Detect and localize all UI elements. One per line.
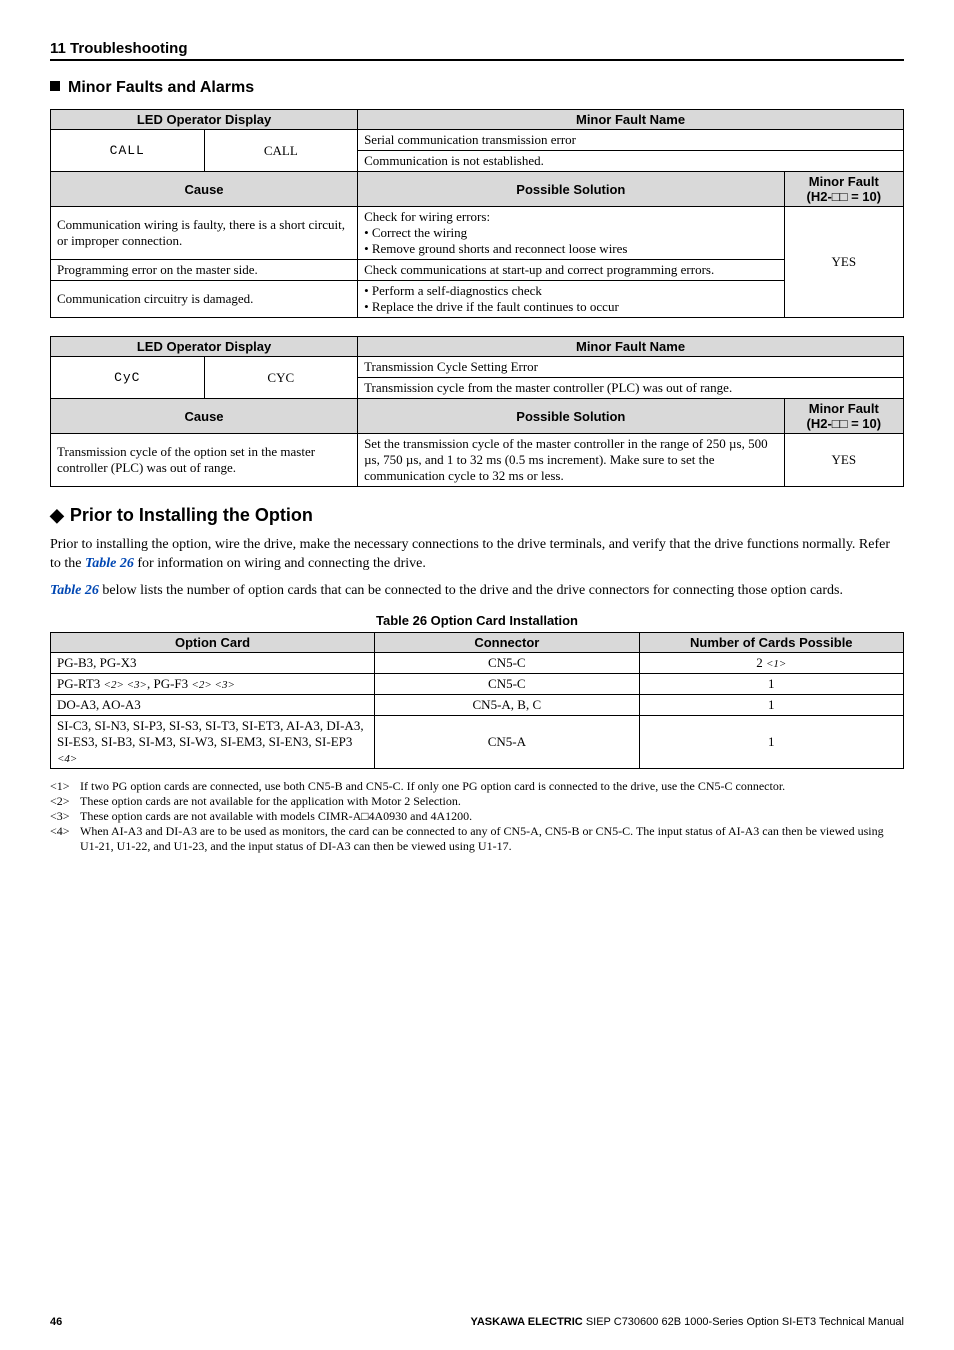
footnote-row: <1> If two PG option cards are connected… — [50, 779, 904, 794]
col-num-cards: Number of Cards Possible — [639, 632, 903, 652]
footnote-tag: <1> — [50, 779, 80, 794]
footnote-tag: <4> — [50, 824, 80, 854]
page-number: 46 — [50, 1316, 62, 1328]
table-26-link-2[interactable]: Table 26 — [50, 583, 99, 598]
cell-option: SI-C3, SI-N3, SI-P3, SI-S3, SI-T3, SI-ET… — [51, 715, 375, 768]
cause-3: Communication circuitry is damaged. — [51, 281, 358, 318]
minor-fault-yes: YES — [784, 434, 903, 487]
prior-install-label: Prior to Installing the Option — [70, 505, 313, 525]
section-header: 11 Troubleshooting — [50, 40, 904, 61]
cause-1: Transmission cycle of the option set in … — [51, 434, 358, 487]
cell-count: 1 — [639, 715, 903, 768]
footnote-row: <3> These option cards are not available… — [50, 809, 904, 824]
cell-option: PG-RT3 <2> <3>, PG-F3 <2> <3> — [51, 673, 375, 694]
footnote-tag: <2> — [50, 794, 80, 809]
cell-connector: CN5-A, B, C — [375, 694, 639, 715]
table-row: PG-B3, PG-X3 CN5-C 2 <1> — [51, 652, 904, 673]
square-bullet-icon — [50, 81, 60, 91]
footnote-tag: <3> — [50, 809, 80, 824]
solution-1: Set the transmission cycle of the master… — [358, 434, 785, 487]
table-row: PG-RT3 <2> <3>, PG-F3 <2> <3> CN5-C 1 — [51, 673, 904, 694]
cell-option: DO-A3, AO-A3 — [51, 694, 375, 715]
fault-name-2: Transmission cycle from the master contr… — [358, 378, 904, 399]
fault-name-1: Serial communication transmission error — [358, 130, 904, 151]
fault-name-2: Communication is not established. — [358, 151, 904, 172]
footnote-text: These option cards are not available for… — [80, 794, 904, 809]
footnote-row: <4> When AI-A3 and DI-A3 are to be used … — [50, 824, 904, 854]
fault-code: CYC — [204, 357, 358, 399]
footnotes: <1> If two PG option cards are connected… — [50, 779, 904, 854]
led-segment-display: CyC — [51, 357, 205, 399]
fault-table-cyc: LED Operator Display Minor Fault Name Cy… — [50, 336, 904, 487]
footnote-text: When AI-A3 and DI-A3 are to be used as m… — [80, 824, 904, 854]
cell-connector: CN5-C — [375, 673, 639, 694]
col-led-display: LED Operator Display — [51, 110, 358, 130]
col-option-card: Option Card — [51, 632, 375, 652]
table-26-caption: Table 26 Option Card Installation — [50, 613, 904, 628]
solution-1: Check for wiring errors: • Correct the w… — [358, 207, 785, 260]
col-led-display: LED Operator Display — [51, 337, 358, 357]
col-cause: Cause — [51, 172, 358, 207]
table-row: SI-C3, SI-N3, SI-P3, SI-S3, SI-T3, SI-ET… — [51, 715, 904, 768]
para1-text-b: for information on wiring and connecting… — [134, 556, 426, 571]
minor-faults-heading: Minor Faults and Alarms — [50, 79, 904, 97]
footer-doc-info: YASKAWA ELECTRIC SIEP C730600 62B 1000-S… — [471, 1316, 905, 1328]
cell-count: 2 <1> — [639, 652, 903, 673]
table-row: DO-A3, AO-A3 CN5-A, B, C 1 — [51, 694, 904, 715]
option-card-table: Option Card Connector Number of Cards Po… — [50, 632, 904, 769]
col-minor-fault-name: Minor Fault Name — [358, 110, 904, 130]
col-solution: Possible Solution — [358, 399, 785, 434]
col-solution: Possible Solution — [358, 172, 785, 207]
footnote-text: These option cards are not available wit… — [80, 809, 904, 824]
cell-connector: CN5-C — [375, 652, 639, 673]
cell-count: 1 — [639, 694, 903, 715]
solution-2: Check communications at start-up and cor… — [358, 260, 785, 281]
solution-3: • Perform a self-diagnostics check • Rep… — [358, 281, 785, 318]
col-minor-fault-name: Minor Fault Name — [358, 337, 904, 357]
minor-faults-label: Minor Faults and Alarms — [68, 79, 254, 96]
col-cause: Cause — [51, 399, 358, 434]
col-minor-fault: Minor Fault (H2-□□ = 10) — [784, 172, 903, 207]
fault-code: CALL — [204, 130, 358, 172]
led-segment-display: CALL — [51, 130, 205, 172]
diamond-bullet-icon: ◆ — [50, 505, 64, 526]
fault-name-1: Transmission Cycle Setting Error — [358, 357, 904, 378]
cell-option: PG-B3, PG-X3 — [51, 652, 375, 673]
footnote-row: <2> These option cards are not available… — [50, 794, 904, 809]
paragraph-2: Table 26 below lists the number of optio… — [50, 582, 904, 601]
cause-2: Programming error on the master side. — [51, 260, 358, 281]
paragraph-1: Prior to installing the option, wire the… — [50, 536, 904, 574]
cell-connector: CN5-A — [375, 715, 639, 768]
table-26-link[interactable]: Table 26 — [85, 556, 134, 571]
cell-count: 1 — [639, 673, 903, 694]
prior-install-heading: ◆ Prior to Installing the Option — [50, 505, 904, 526]
fault-table-call: LED Operator Display Minor Fault Name CA… — [50, 109, 904, 318]
cause-1: Communication wiring is faulty, there is… — [51, 207, 358, 260]
col-minor-fault: Minor Fault (H2-□□ = 10) — [784, 399, 903, 434]
col-connector: Connector — [375, 632, 639, 652]
page-footer: 46 YASKAWA ELECTRIC SIEP C730600 62B 100… — [50, 1316, 904, 1328]
minor-fault-yes: YES — [784, 207, 903, 318]
footnote-text: If two PG option cards are connected, us… — [80, 779, 904, 794]
para2-text-b: below lists the number of option cards t… — [99, 583, 843, 598]
